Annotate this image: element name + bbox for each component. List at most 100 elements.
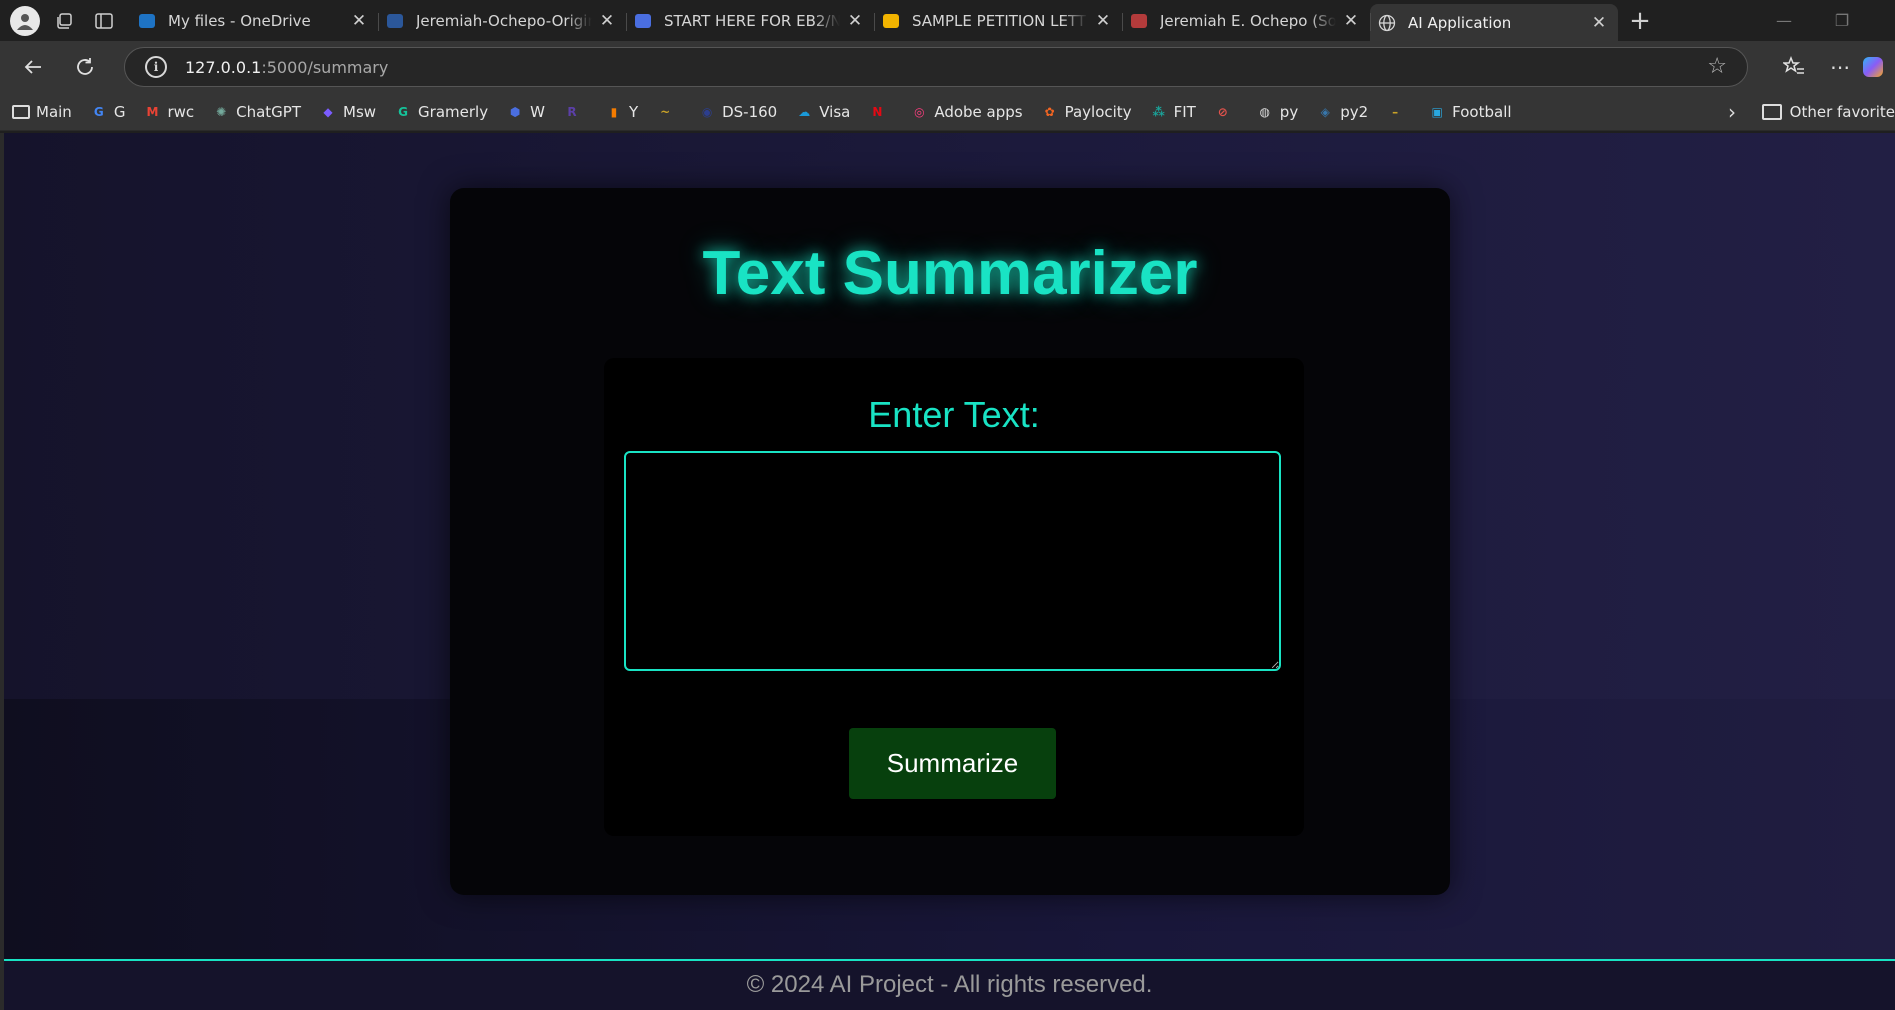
docs-icon [634, 12, 652, 30]
close-icon[interactable]: ✕ [846, 11, 864, 31]
bookmark-7[interactable]: R [557, 97, 593, 127]
bookmark-13[interactable]: ◎ Adobe apps [904, 97, 1028, 127]
compass-icon: ⊘ [1217, 104, 1228, 119]
gmail-icon: M [146, 104, 159, 119]
close-icon[interactable]: ✕ [1342, 11, 1360, 31]
adobe-icon: ◎ [914, 104, 925, 119]
tab-title: Jeremiah E. Ochepo (Software [1160, 11, 1336, 30]
bookmark-label: Football [1452, 102, 1512, 121]
chatgpt-icon: ✺ [216, 104, 227, 119]
bookmark-label: Adobe apps [934, 102, 1023, 121]
w-icon: ⬢ [509, 104, 521, 119]
bookmark-19[interactable]: – [1380, 97, 1416, 127]
footer-text: © 2024 AI Project - All rights reserved. [4, 961, 1895, 1010]
y-icon: ▮ [610, 104, 618, 119]
bookmark-20[interactable]: ▣ Football [1422, 97, 1517, 127]
bookmark-15[interactable]: ⁂ FIT [1144, 97, 1202, 127]
close-icon[interactable]: ✕ [598, 11, 616, 31]
fit-icon: ⁂ [1152, 104, 1165, 119]
bookmark-5[interactable]: G Gramerly [388, 97, 494, 127]
tab-title: Jeremiah-Ochepo-Original [416, 11, 592, 30]
dash-icon: – [1392, 104, 1399, 119]
bookmark-3[interactable]: ✺ ChatGPT [206, 97, 307, 127]
grammarly-icon: G [398, 104, 408, 119]
vertical-tabs-icon[interactable] [88, 5, 120, 37]
back-button[interactable] [14, 48, 52, 86]
tab-title: AI Application [1408, 13, 1512, 32]
address-bar[interactable]: i 127.0.0.1:5000/summary ☆ [124, 47, 1748, 87]
bookmark-6[interactable]: ⬢ W [500, 97, 551, 127]
globe-icon: ◍ [1259, 104, 1271, 119]
profile-avatar-icon[interactable] [10, 5, 40, 36]
close-icon[interactable]: ✕ [350, 11, 368, 31]
bookmark-label: ChatGPT [236, 102, 302, 121]
bookmark-label: Visa [819, 102, 851, 121]
python-icon: ◈ [1320, 104, 1330, 119]
workspaces-icon[interactable] [48, 5, 80, 37]
onedrive-icon [138, 12, 156, 30]
bookmark-9[interactable]: ~ [650, 97, 686, 127]
bookmark-0[interactable]: Main [6, 97, 78, 127]
copilot-icon[interactable] [1863, 47, 1895, 87]
tab-0[interactable]: My files - OneDrive ✕ [130, 4, 378, 38]
more-menu-icon[interactable]: ⋯ [1817, 47, 1863, 87]
football-icon: ▣ [1431, 104, 1443, 119]
page-title: Text Summarizer [702, 239, 1198, 308]
site-info-icon[interactable]: i [145, 56, 167, 78]
other-favorites-folder[interactable]: Other favorite [1761, 97, 1895, 127]
chevron-right-icon[interactable]: › [1717, 97, 1747, 127]
tab-1[interactable]: Jeremiah-Ochepo-Original ✕ [378, 4, 626, 38]
google-icon: G [93, 104, 104, 119]
tab-4[interactable]: Jeremiah E. Ochepo (Software ✕ [1122, 4, 1370, 38]
globe-icon [1378, 14, 1396, 32]
bookmark-4[interactable]: ◆ Msw [313, 97, 382, 127]
tab-2[interactable]: START HERE FOR EB2/NIW ✕ [626, 4, 874, 38]
bookmark-18[interactable]: ◈ py2 [1310, 97, 1374, 127]
bookmark-2[interactable]: Mrwc [137, 97, 200, 127]
ds160-icon: ◉ [701, 104, 713, 119]
bookmark-label: rwc [167, 102, 195, 121]
bookmark-16[interactable]: ⊘ [1208, 97, 1244, 127]
bookmark-14[interactable]: ✿ Paylocity [1035, 97, 1138, 127]
summarize-button[interactable]: Summarize [849, 728, 1056, 799]
bookmark-1[interactable]: GG [84, 97, 132, 127]
small-logo-icon: ~ [660, 104, 671, 119]
refresh-button[interactable] [66, 48, 104, 86]
bookmark-label: W [530, 102, 545, 121]
pdf-icon [1130, 12, 1148, 30]
bookmark-10[interactable]: ◉ DS-160 [692, 97, 783, 127]
bookmark-label: G [113, 102, 126, 121]
bookmark-label: Paylocity [1064, 102, 1132, 121]
close-window-icon[interactable] [1871, 0, 1895, 41]
bookmark-label: py [1279, 102, 1299, 121]
word-icon [386, 12, 404, 30]
url-text[interactable]: 127.0.0.1:5000/summary [185, 58, 388, 77]
new-tab-button[interactable]: + [1624, 5, 1656, 37]
bookmark-8[interactable]: ▮ Y [599, 97, 644, 127]
text-input[interactable] [624, 451, 1281, 671]
bookmark-label: Y [628, 102, 639, 121]
netflix-icon: N [872, 104, 883, 119]
bookmark-label: py2 [1340, 102, 1369, 121]
bookmark-12[interactable]: N [862, 97, 898, 127]
bookmarks-bar: Main G G Mrwc ✺ ChatGPT ◆ Msw G Gramerly ⬢ W R ▮ Y ~ ◉ DS… [0, 93, 1895, 131]
folder-icon [12, 104, 30, 119]
restore-icon[interactable]: ❐ [1813, 0, 1871, 41]
paylocity-icon: ✿ [1044, 104, 1055, 119]
tab-title: SAMPLE PETITION LETTER [912, 11, 1088, 30]
drive-icon [882, 12, 900, 30]
minimize-icon[interactable]: — [1755, 0, 1813, 41]
navigation-bar: i 127.0.0.1:5000/summary ☆ ⋯ [0, 41, 1895, 93]
favorites-icon[interactable] [1771, 47, 1817, 87]
tab-title: START HERE FOR EB2/NIW [664, 11, 840, 30]
close-icon[interactable]: ✕ [1590, 13, 1608, 33]
bookmark-11[interactable]: ☁ Visa [789, 97, 856, 127]
page-viewport: Text Summarizer Enter Text: Summarize © … [4, 133, 1895, 1010]
tab-3[interactable]: SAMPLE PETITION LETTER ✕ [874, 4, 1122, 38]
bookmark-label: FIT [1173, 102, 1196, 121]
favorite-star-icon[interactable]: ☆ [1707, 56, 1727, 78]
close-icon[interactable]: ✕ [1094, 11, 1112, 31]
msw-icon: ◆ [323, 104, 333, 119]
tab-5[interactable]: AI Application ✕ [1370, 4, 1618, 41]
bookmark-17[interactable]: ◍ py [1250, 97, 1304, 127]
